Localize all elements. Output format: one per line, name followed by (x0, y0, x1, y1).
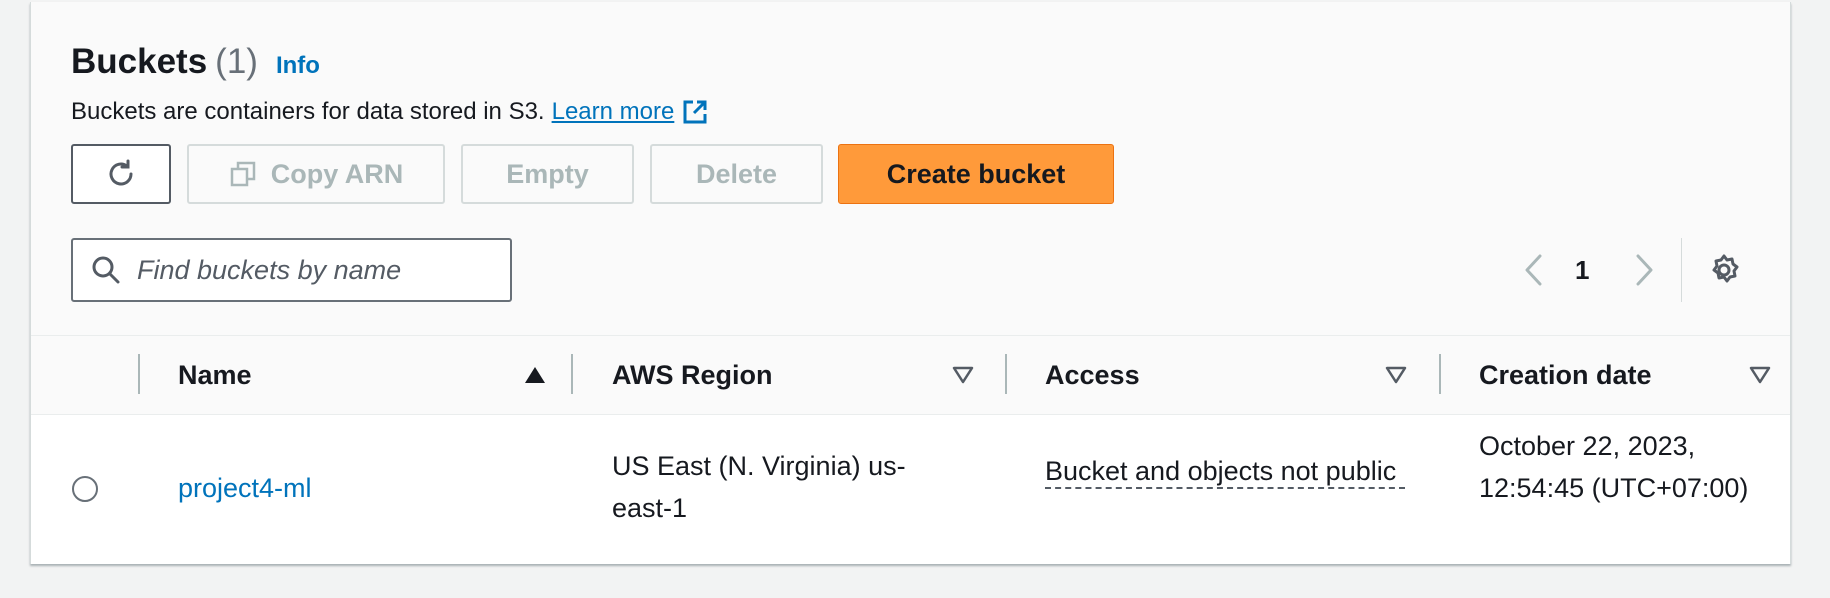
column-header-name[interactable]: Name (178, 336, 578, 414)
refresh-button[interactable] (71, 144, 171, 204)
table-header: Name AWS Region Access Creation date (31, 336, 1790, 415)
column-header-label: Creation date (1479, 359, 1652, 390)
search-input[interactable] (135, 253, 499, 287)
caret-down-outline-icon[interactable] (1384, 365, 1408, 385)
gear-icon (1712, 254, 1739, 283)
previous-page-button[interactable] (1521, 250, 1547, 290)
bucket-region: US East (N. Virginia) us-east-1 (612, 451, 906, 523)
delete-label: Delete (695, 158, 778, 189)
column-separator[interactable] (1439, 354, 1441, 394)
description-text: Buckets are containers for data stored i… (71, 98, 545, 125)
column-header-creation-date[interactable]: Creation date (1479, 336, 1789, 414)
bucket-name-link[interactable]: project4-ml (178, 467, 312, 509)
copy-arn-button[interactable]: Copy ARN (187, 144, 445, 204)
caret-up-filled-icon[interactable] (523, 365, 547, 385)
column-separator[interactable] (571, 354, 573, 394)
learn-more-link[interactable]: Learn more (552, 98, 675, 126)
column-separator (138, 354, 140, 394)
preferences-button[interactable] (1706, 252, 1742, 293)
current-page[interactable]: 1 (1575, 250, 1589, 290)
info-link[interactable]: Info (276, 52, 320, 80)
column-header-access[interactable]: Access (1045, 336, 1445, 414)
search-icon (92, 256, 120, 284)
page-title-row: Buckets (1) Info (71, 42, 320, 82)
create-bucket-label: Create bucket (886, 158, 1066, 189)
page-title: Buckets (71, 42, 208, 81)
pager-divider (1681, 238, 1682, 302)
column-header-label: Name (178, 359, 252, 390)
column-header-label: Access (1045, 359, 1140, 390)
panel-header: Buckets (1) Info Buckets are containers … (31, 2, 1790, 336)
table-row: project4-ml US East (N. Virginia) us-eas… (31, 415, 1790, 564)
copy-icon (230, 161, 255, 187)
page-description: Buckets are containers for data stored i… (71, 98, 708, 126)
column-header-label: AWS Region (612, 359, 773, 390)
search-box[interactable] (71, 238, 512, 302)
caret-down-outline-icon[interactable] (1748, 365, 1772, 385)
bucket-access-status[interactable]: Bucket and objects not public (1045, 455, 1405, 489)
create-bucket-button[interactable]: Create bucket (838, 144, 1114, 204)
bucket-count: (1) (215, 42, 258, 81)
column-header-region[interactable]: AWS Region (612, 336, 1012, 414)
delete-button[interactable]: Delete (650, 144, 823, 204)
empty-button[interactable]: Empty (461, 144, 634, 204)
copy-arn-label: Copy ARN (270, 158, 404, 189)
column-separator[interactable] (1005, 354, 1007, 394)
buckets-panel: Buckets (1) Info Buckets are containers … (30, 2, 1791, 564)
bucket-creation-date: October 22, 2023, 12:54:45 (UTC+07:00) (1479, 431, 1749, 503)
external-link-icon[interactable] (682, 99, 708, 125)
caret-down-outline-icon[interactable] (951, 365, 975, 385)
chevron-right-icon (1636, 254, 1653, 286)
row-select-radio[interactable] (72, 476, 98, 502)
refresh-icon (109, 159, 133, 186)
chevron-left-icon (1525, 254, 1542, 286)
next-page-button[interactable] (1631, 250, 1657, 290)
empty-label: Empty (506, 158, 589, 189)
